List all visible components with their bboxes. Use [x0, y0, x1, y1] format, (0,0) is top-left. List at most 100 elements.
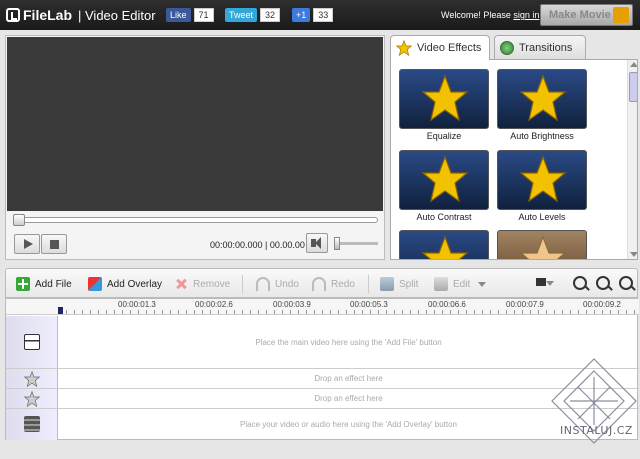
- effect-auto-brightness[interactable]: [497, 69, 587, 129]
- effect-label: Auto Contrast: [416, 212, 472, 222]
- edit-button[interactable]: Edit: [434, 276, 487, 292]
- logo-text: FileLab: [23, 7, 73, 23]
- sign-in-link[interactable]: sign in: [513, 10, 539, 20]
- seek-bar[interactable]: [13, 214, 378, 226]
- star-icon: [421, 235, 469, 259]
- ruler-label: 00:00:05.3: [350, 300, 388, 309]
- timecode: 00:00:00.000 | 00.00.00: [210, 240, 305, 250]
- time-ruler[interactable]: 00:00:01.3 00:00:02.6 00:00:03.9 00:00:0…: [6, 299, 639, 315]
- undo-button[interactable]: Undo: [256, 276, 299, 292]
- monitor-icon[interactable]: [536, 278, 546, 286]
- scroll-down-arrow-icon[interactable]: [630, 252, 637, 257]
- main-video-track[interactable]: Place the main video here using the 'Add…: [6, 316, 639, 369]
- effect-tile[interactable]: [497, 230, 587, 259]
- star-icon: [396, 40, 412, 56]
- filelab-logo[interactable]: FileLab: [6, 7, 72, 23]
- star-icon: [519, 155, 567, 203]
- effects-tabs: Video Effects Transitions: [390, 35, 638, 60]
- timeline-toolbar: Add File Add Overlay Remove Undo Redo Sp…: [5, 268, 638, 298]
- top-bar: FileLab | Video Editor Like 71 Tweet 32 …: [0, 0, 640, 30]
- edit-icon: [434, 277, 448, 291]
- tweet[interactable]: Tweet 32: [225, 8, 281, 22]
- effect-track[interactable]: Drop an effect here: [6, 389, 639, 409]
- effect-label: Auto Brightness: [510, 131, 574, 141]
- star-icon: [24, 391, 40, 407]
- effect-track-hint: Drop an effect here: [314, 394, 383, 403]
- edit-label: Edit: [453, 278, 471, 290]
- effects-list: Equalize Auto Brightness Auto Contrast A…: [390, 59, 638, 260]
- remove-icon: [174, 277, 188, 291]
- timeline: 00:00:01.3 00:00:02.6 00:00:03.9 00:00:0…: [5, 298, 639, 440]
- facebook-like[interactable]: Like 71: [166, 8, 214, 22]
- toolbar-separator: [242, 275, 243, 293]
- add-overlay-label: Add Overlay: [107, 278, 163, 290]
- effect-tile[interactable]: [399, 230, 489, 259]
- ruler-label: 00:00:09.2: [583, 300, 621, 309]
- watermark-text: INSTALUJ.CZ: [560, 424, 633, 437]
- remove-button[interactable]: Remove: [174, 276, 230, 292]
- add-file-label: Add File: [35, 278, 72, 290]
- add-overlay-button[interactable]: Add Overlay: [88, 276, 162, 292]
- track-header: [6, 369, 58, 388]
- main-track-hint: Place the main video here using the 'Add…: [255, 337, 442, 347]
- welcome-message: Welcome! Please sign in: [441, 10, 539, 20]
- effect-equalize[interactable]: [399, 69, 489, 129]
- gplus[interactable]: +1 33: [292, 8, 334, 22]
- redo-button[interactable]: Redo: [312, 276, 355, 292]
- add-file-button[interactable]: Add File: [16, 276, 72, 292]
- video-screen: [7, 37, 383, 211]
- split-button[interactable]: Split: [380, 276, 418, 292]
- star-icon: [519, 235, 567, 259]
- stop-button[interactable]: [41, 234, 67, 254]
- undo-icon: [256, 277, 270, 291]
- ruler-ticks: [58, 310, 638, 314]
- effect-auto-contrast[interactable]: [399, 150, 489, 210]
- overlay-track[interactable]: Place your video or audio here using the…: [6, 409, 639, 440]
- chevron-down-icon[interactable]: [478, 281, 487, 287]
- effect-track-hint: Drop an effect here: [314, 374, 383, 383]
- split-label: Split: [399, 278, 419, 290]
- effect-label: Auto Levels: [518, 212, 566, 222]
- zoom-in-icon[interactable]: [573, 276, 587, 290]
- volume-thumb[interactable]: [334, 237, 340, 250]
- filelab-logo-icon: [6, 8, 20, 22]
- effect-auto-levels[interactable]: [497, 150, 587, 210]
- gplus-count: 33: [313, 8, 334, 22]
- ruler-label: 00:00:06.6: [428, 300, 466, 309]
- tweet-button[interactable]: Tweet: [225, 8, 258, 22]
- facebook-like-count: 71: [193, 8, 214, 22]
- make-movie-button[interactable]: Make Movie: [540, 4, 633, 26]
- tab-label: Transitions: [519, 42, 573, 54]
- play-button[interactable]: [14, 234, 40, 254]
- volume-slider[interactable]: [334, 237, 378, 250]
- tab-transitions[interactable]: Transitions: [494, 35, 586, 60]
- remove-label: Remove: [193, 278, 231, 290]
- clapperboard-icon: [24, 334, 40, 350]
- tab-video-effects[interactable]: Video Effects: [390, 35, 490, 60]
- star-icon: [24, 371, 40, 387]
- tweet-count: 32: [260, 8, 281, 22]
- video-preview-panel: 00:00:00.000 | 00.00.00: [5, 35, 385, 260]
- volume-button[interactable]: [306, 233, 328, 253]
- star-icon: [421, 74, 469, 122]
- welcome-text: Welcome! Please: [441, 10, 514, 20]
- ruler-label: 00:00:02.6: [195, 300, 233, 309]
- app-title: | Video Editor: [78, 8, 156, 23]
- facebook-like-button[interactable]: Like: [166, 8, 191, 22]
- zoom-out-icon[interactable]: [596, 276, 610, 290]
- undo-label: Undo: [275, 278, 299, 290]
- gplus-button[interactable]: +1: [292, 8, 311, 22]
- zoom-fit-icon[interactable]: [619, 276, 633, 290]
- scroll-thumb[interactable]: [629, 72, 637, 102]
- add-overlay-icon: [88, 277, 102, 291]
- effect-track[interactable]: Drop an effect here: [6, 369, 639, 389]
- effects-scrollbar[interactable]: [627, 60, 637, 259]
- redo-label: Redo: [331, 278, 355, 290]
- playhead[interactable]: [58, 307, 63, 314]
- chevron-down-icon[interactable]: [546, 281, 554, 286]
- effects-panel: Video Effects Transitions Equalize Auto …: [390, 35, 638, 260]
- tab-label: Video Effects: [417, 42, 482, 54]
- seek-thumb[interactable]: [13, 214, 25, 226]
- scroll-up-arrow-icon[interactable]: [630, 62, 637, 67]
- ruler-label: 00:00:07.9: [506, 300, 544, 309]
